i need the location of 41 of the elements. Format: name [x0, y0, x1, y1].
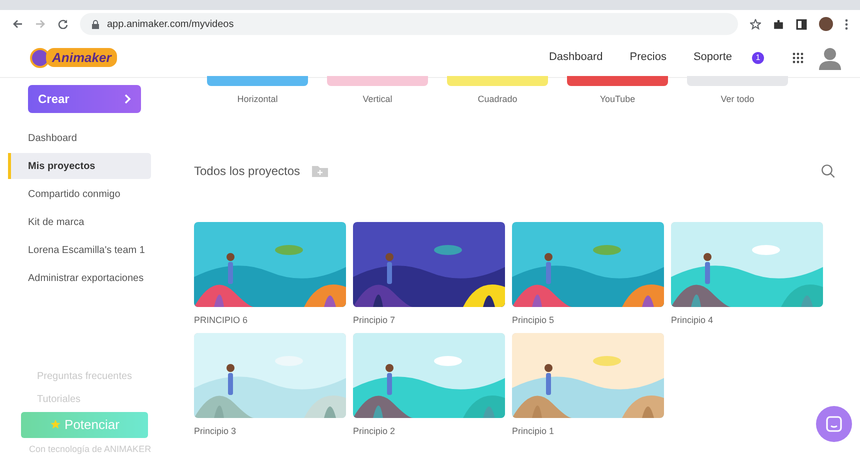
star-icon [50, 419, 61, 430]
chat-icon [826, 416, 842, 432]
project-title[interactable]: Principio 2 [353, 425, 505, 438]
format-label: Vertical [362, 93, 392, 106]
chevron-icon [124, 94, 131, 104]
nav-link[interactable]: Dashboard [548, 49, 603, 66]
project-title[interactable]: Principio 1 [512, 425, 664, 438]
address-bar[interactable]: app.animaker.com/myvideos [80, 13, 738, 35]
format-label: YouTube [600, 93, 636, 106]
project-title[interactable]: PRINCIPIO 6 [194, 314, 346, 327]
format-label: Cuadrado [478, 93, 518, 106]
nav-link[interactable]: Precios [630, 49, 666, 66]
project-title[interactable]: Principio 7 [353, 314, 505, 327]
sidebar-item[interactable]: Lorena Escamilla's team 1 [0, 237, 165, 263]
search-icon[interactable] [821, 164, 835, 178]
sidebar-item[interactable]: Compartido conmigo [0, 181, 165, 207]
create-button[interactable]: Crear [28, 85, 141, 113]
apps-grid-icon[interactable] [792, 52, 804, 64]
back-icon[interactable] [12, 19, 23, 29]
puzzle-icon[interactable] [773, 18, 784, 30]
user-avatar-icon[interactable] [818, 46, 842, 70]
format-label: Horizontal [237, 93, 278, 106]
project-title[interactable]: Principio 3 [194, 425, 346, 438]
sidebar-icon[interactable] [796, 18, 807, 30]
project-title[interactable]: Principio 4 [671, 314, 823, 327]
url-text: app.animaker.com/myvideos [107, 18, 234, 32]
reload-icon[interactable] [58, 19, 68, 29]
chat-button[interactable] [816, 406, 852, 442]
profile-avatar[interactable] [819, 17, 833, 31]
sidebar-item[interactable]: Kit de marca [0, 209, 165, 235]
star-icon[interactable] [750, 18, 761, 30]
sidebar-item[interactable]: Dashboard [0, 125, 165, 151]
more-icon[interactable] [845, 18, 848, 30]
notification-badge[interactable]: 1 [752, 52, 764, 64]
sidebar-item[interactable]: Administrar exportaciones [0, 265, 165, 291]
section-title: Todos los proyectos [194, 162, 300, 180]
project-title[interactable]: Principio 5 [512, 314, 664, 327]
nav-link[interactable]: Soporte [693, 49, 732, 66]
format-label: Ver todo [720, 93, 754, 106]
sidebar-item[interactable]: Mis proyectos [8, 153, 151, 179]
lock-icon [92, 20, 99, 28]
